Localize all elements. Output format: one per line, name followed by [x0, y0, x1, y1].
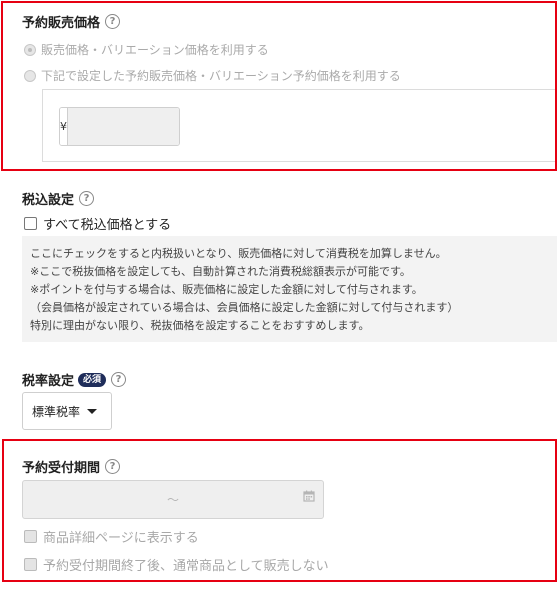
checkbox[interactable] [24, 530, 37, 543]
tax-inclusive-label: 税込設定 [22, 193, 75, 208]
reservation-period-date-range[interactable]: ～ [22, 480, 324, 519]
tax-rate-select[interactable]: 標準税率 [22, 392, 112, 430]
radio-use-sales-price-label: 販売価格・バリエーション価格を利用する [41, 43, 269, 57]
reservation-price-title: 予約販売価格 ? [22, 12, 121, 31]
radio-use-reservation-price-label: 下記で設定した予約販売価格・バリエーション予約価格を利用する [41, 69, 401, 83]
checkbox-not-sell-after-period-label: 予約受付期間終了後、通常商品として販売しない [43, 559, 329, 574]
calendar-icon[interactable] [303, 490, 315, 502]
tax-rate-label: 税率設定 [22, 374, 75, 389]
chevron-down-icon [87, 408, 98, 414]
tax-note-line: ※ポイントを付与する場合は、販売価格に設定した金額に対して付与されます。 [30, 283, 423, 296]
tax-note-box: ここにチェックをすると内税扱いとなり、販売価格に対して消費税を加算しません。 ※… [22, 236, 557, 342]
tax-rate-title: 税率設定 必須 ? [22, 370, 127, 389]
radio-use-sales-price[interactable]: 販売価格・バリエーション価格を利用する [24, 41, 269, 58]
tax-inclusive-title: 税込設定 ? [22, 189, 95, 208]
radio-button[interactable] [24, 69, 36, 82]
checkbox-show-on-detail-page-label: 商品詳細ページに表示する [43, 531, 199, 546]
tax-note-line: （会員価格が設定されている場合は、会員価格に設定した金額に対して付与されます） [30, 301, 459, 314]
checkbox-show-on-detail-page[interactable]: 商品詳細ページに表示する [24, 527, 199, 546]
tax-note-line: 特別に理由がない限り、税抜価格を設定することをおすすめします。 [30, 319, 370, 332]
checkbox-all-tax-inclusive-label: すべて税込価格とする [43, 218, 172, 233]
reservation-period-title: 予約受付期間 ? [22, 457, 121, 476]
checkbox-not-sell-after-period[interactable]: 予約受付期間終了後、通常商品として販売しない [24, 555, 329, 574]
tax-rate-selected-value: 標準税率 [32, 404, 81, 419]
radio-use-reservation-price[interactable]: 下記で設定した予約販売価格・バリエーション予約価格を利用する [24, 67, 401, 84]
help-icon[interactable]: ? [79, 191, 95, 206]
checkbox[interactable] [24, 558, 37, 571]
checkbox[interactable] [24, 217, 37, 230]
help-icon[interactable]: ? [105, 14, 121, 29]
radio-button-checked[interactable] [24, 43, 36, 56]
reservation-period-label: 予約受付期間 [22, 461, 101, 476]
reservation-price-input[interactable] [68, 108, 179, 145]
tax-note-line: ※ここで税抜価格を設定しても、自動計算された消費税総額表示が可能です。 [30, 265, 411, 278]
help-icon[interactable]: ? [111, 372, 127, 387]
yen-prefix: ¥ [60, 108, 68, 145]
required-badge: 必須 [78, 372, 107, 387]
reservation-price-input-group: ¥ [59, 107, 180, 146]
tax-note-line: ここにチェックをすると内税扱いとなり、販売価格に対して消費税を加算しません。 [30, 247, 447, 260]
help-icon[interactable]: ? [105, 459, 121, 474]
date-range-separator: ～ [166, 493, 179, 507]
checkbox-all-tax-inclusive[interactable]: すべて税込価格とする [24, 214, 171, 233]
reservation-price-label: 予約販売価格 [22, 16, 101, 31]
